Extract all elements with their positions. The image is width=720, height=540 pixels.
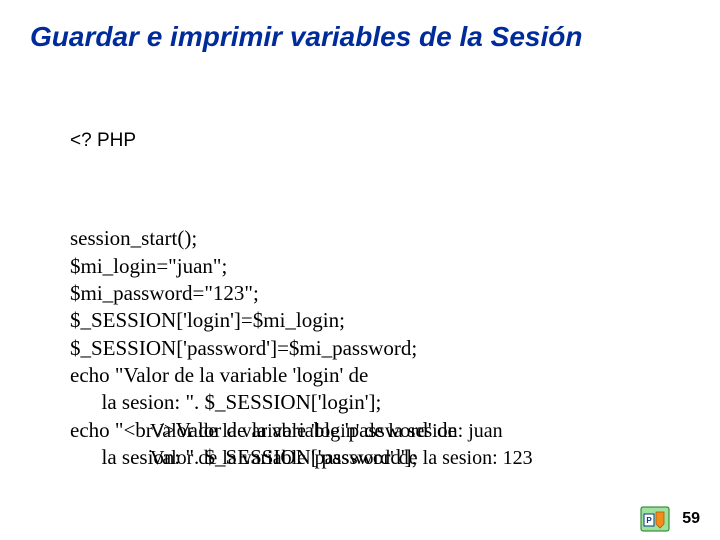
output-line-2-value: 123 (503, 447, 533, 469)
php-open-tag: <? PHP (70, 129, 590, 154)
slide: Guardar e imprimir variables de la Sesió… (0, 0, 720, 540)
output-box: Valor de la variable 'login' de la sesio… (150, 418, 620, 472)
slide-title: Guardar e imprimir variables de la Sesió… (30, 20, 690, 54)
output-line-1-value: juan (468, 420, 502, 442)
output-line-1-label: Valor de la variable 'login' de la sesio… (150, 420, 468, 442)
output-line-1: Valor de la variable 'login' de la sesio… (150, 418, 620, 445)
output-line-2-label: Valor de la variable 'password' de la se… (150, 447, 503, 469)
svg-text:P: P (646, 516, 652, 525)
output-line-2: Valor de la variable 'password' de la se… (150, 445, 620, 472)
page-number: 59 (682, 510, 700, 528)
logo-icon: P (640, 506, 670, 532)
